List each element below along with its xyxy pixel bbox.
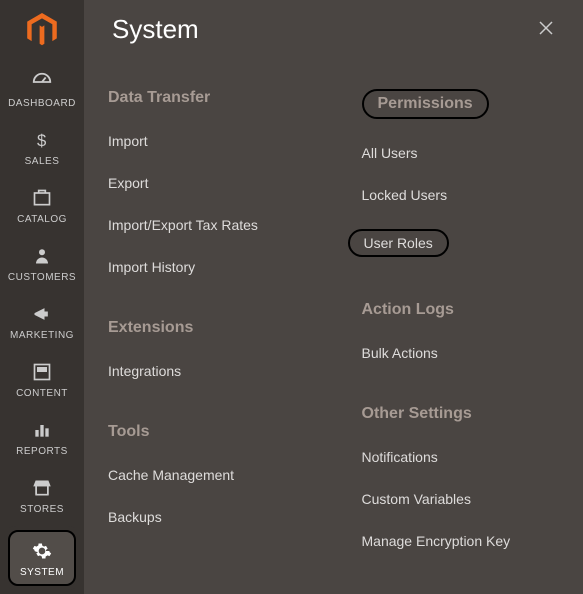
- link-import-history[interactable]: Import History: [108, 259, 306, 275]
- link-locked-users[interactable]: Locked Users: [362, 187, 560, 203]
- catalog-icon: [32, 186, 52, 210]
- nav-content[interactable]: CONTENT: [0, 350, 84, 408]
- nav-label: STORES: [20, 504, 64, 515]
- nav-catalog[interactable]: CATALOG: [0, 176, 84, 234]
- admin-sidebar: DASHBOARD $ SALES CATALOG CUSTOMERS MARK…: [0, 0, 84, 594]
- link-user-roles[interactable]: User Roles: [348, 229, 449, 257]
- dollar-icon: $: [32, 128, 52, 152]
- nav-label: REPORTS: [16, 446, 68, 457]
- section-data-transfer: Data Transfer: [108, 89, 306, 107]
- reports-icon: [32, 418, 52, 442]
- link-bulk-actions[interactable]: Bulk Actions: [362, 345, 560, 361]
- nav-dashboard[interactable]: DASHBOARD: [0, 60, 84, 118]
- dashboard-icon: [31, 70, 53, 94]
- flyout-col-left: Data Transfer Import Export Import/Expor…: [108, 89, 306, 575]
- stores-icon: [32, 476, 52, 500]
- link-all-users[interactable]: All Users: [362, 145, 560, 161]
- nav-label: SALES: [25, 156, 60, 167]
- content-icon: [32, 360, 52, 384]
- flyout-header: System: [84, 0, 583, 59]
- section-extensions: Extensions: [108, 319, 306, 337]
- flyout-columns: Data Transfer Import Export Import/Expor…: [84, 59, 583, 575]
- link-manage-encryption-key[interactable]: Manage Encryption Key: [362, 533, 560, 549]
- flyout-col-right: Permissions All Users Locked Users User …: [336, 89, 560, 575]
- close-icon: [537, 19, 555, 37]
- customers-icon: [33, 244, 51, 268]
- nav-customers[interactable]: CUSTOMERS: [0, 234, 84, 292]
- app-root: DASHBOARD $ SALES CATALOG CUSTOMERS MARK…: [0, 0, 583, 594]
- nav-label: CONTENT: [16, 388, 68, 399]
- nav-reports[interactable]: REPORTS: [0, 408, 84, 466]
- nav-system-highlight: SYSTEM: [4, 526, 80, 590]
- svg-text:$: $: [37, 130, 46, 149]
- section-other-settings: Other Settings: [362, 405, 560, 423]
- section-action-logs: Action Logs: [362, 301, 560, 319]
- nav-label: DASHBOARD: [8, 98, 76, 109]
- link-export[interactable]: Export: [108, 175, 306, 191]
- link-import-export-tax-rates[interactable]: Import/Export Tax Rates: [108, 217, 306, 233]
- link-custom-variables[interactable]: Custom Variables: [362, 491, 560, 507]
- magento-logo-icon: [27, 13, 57, 47]
- link-integrations[interactable]: Integrations: [108, 363, 306, 379]
- nav-system[interactable]: SYSTEM: [8, 530, 76, 586]
- link-cache-management[interactable]: Cache Management: [108, 467, 306, 483]
- link-backups[interactable]: Backups: [108, 509, 306, 525]
- close-button[interactable]: [537, 19, 555, 41]
- nav-marketing[interactable]: MARKETING: [0, 292, 84, 350]
- link-import[interactable]: Import: [108, 133, 306, 149]
- system-flyout-panel: System Data Transfer Import Export Impor…: [84, 0, 583, 594]
- nav-stores[interactable]: STORES: [0, 466, 84, 524]
- nav-label: CATALOG: [17, 214, 67, 225]
- nav-label: SYSTEM: [20, 567, 64, 578]
- gear-icon: [32, 539, 52, 563]
- nav-label: CUSTOMERS: [8, 272, 76, 283]
- flyout-title: System: [112, 14, 199, 45]
- magento-logo[interactable]: [0, 0, 84, 60]
- link-notifications[interactable]: Notifications: [362, 449, 560, 465]
- nav-sales[interactable]: $ SALES: [0, 118, 84, 176]
- megaphone-icon: [32, 302, 52, 326]
- section-permissions: Permissions: [362, 89, 489, 119]
- section-tools: Tools: [108, 423, 306, 441]
- nav-label: MARKETING: [10, 330, 74, 341]
